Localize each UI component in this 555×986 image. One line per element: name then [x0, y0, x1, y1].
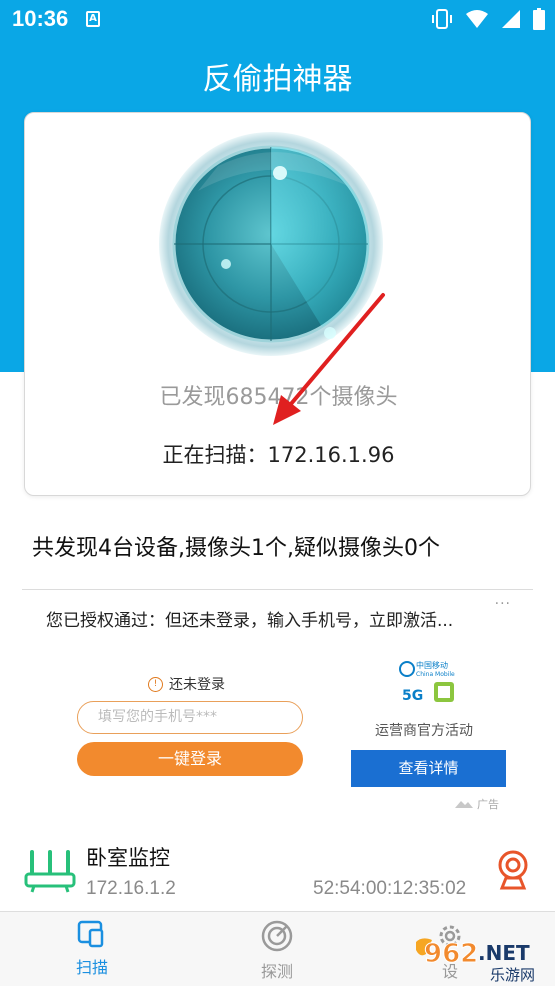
nav-probe-label: 探测 — [260, 962, 293, 981]
view-details-button[interactable]: 查看详情 — [351, 750, 506, 787]
watermark-suffix: .NET — [478, 941, 530, 965]
divider — [22, 589, 533, 590]
tablet-icon — [77, 920, 104, 948]
ad-label: 广告 — [455, 796, 499, 812]
ad-headline[interactable]: 您已授权通过：但还未登录，输入手机号，立即激活... — [46, 606, 453, 631]
device-name[interactable]: 卧室监控 — [86, 842, 170, 872]
router-icon — [24, 850, 76, 893]
signal-icon — [502, 10, 520, 28]
scanning-status: 正在扫描：172.16.1.96 — [25, 439, 532, 469]
svg-text:5G: 5G — [402, 688, 423, 704]
scanning-label: 正在扫描： — [162, 443, 268, 467]
watermark-logo: 962 .NET 乐游网 — [416, 938, 535, 984]
scanner-card: 已发现685472个摄像头 正在扫描：172.16.1.96 — [24, 112, 531, 496]
login-status: ! 还未登录 — [148, 674, 225, 694]
app-title: 反偷拍神器 — [202, 62, 353, 97]
ad-more-icon[interactable]: ··· — [495, 596, 511, 612]
operator-activity-label: 运营商官方活动 — [375, 723, 473, 739]
watermark-brand: 962 — [424, 939, 478, 969]
vibrate-icon — [432, 9, 452, 29]
probe-icon — [261, 920, 293, 952]
ad-logo-icon — [455, 801, 473, 808]
warning-icon: ! — [148, 676, 163, 692]
logo-line2: China Mobile — [416, 671, 455, 678]
wifi-icon — [466, 10, 488, 28]
camera-icon — [498, 850, 528, 890]
phone-input[interactable]: 填写您的手机号*** — [77, 701, 303, 734]
one-click-login-button[interactable]: 一键登录 — [77, 742, 303, 776]
device-mac: 52:54:00:12:35:02 — [313, 878, 467, 899]
status-time: 10:36 — [12, 6, 69, 31]
nav-scan-label: 扫描 — [75, 958, 108, 977]
china-mobile-logo: 中国移动 China Mobile 5G — [399, 660, 455, 704]
notification-icon: A — [86, 11, 100, 27]
login-status-label: 还未登录 — [169, 677, 225, 693]
status-bar: 10:36 A — [0, 0, 555, 38]
watermark-sub: 乐游网 — [490, 966, 535, 984]
nav-probe-tab[interactable]: 探测 — [237, 920, 317, 982]
radar-icon — [159, 132, 383, 356]
device-ip: 172.16.1.2 — [86, 878, 176, 899]
battery-icon — [533, 8, 545, 30]
scan-summary: 共发现4台设备,摄像头1个,疑似摄像头0个 — [32, 536, 440, 561]
cameras-found-count: 已发现685472个摄像头 — [159, 385, 398, 410]
logo-line1: 中国移动 — [416, 660, 448, 670]
nav-scan-tab[interactable]: 扫描 — [52, 920, 132, 978]
scanning-ip: 172.16.1.96 — [267, 443, 395, 467]
